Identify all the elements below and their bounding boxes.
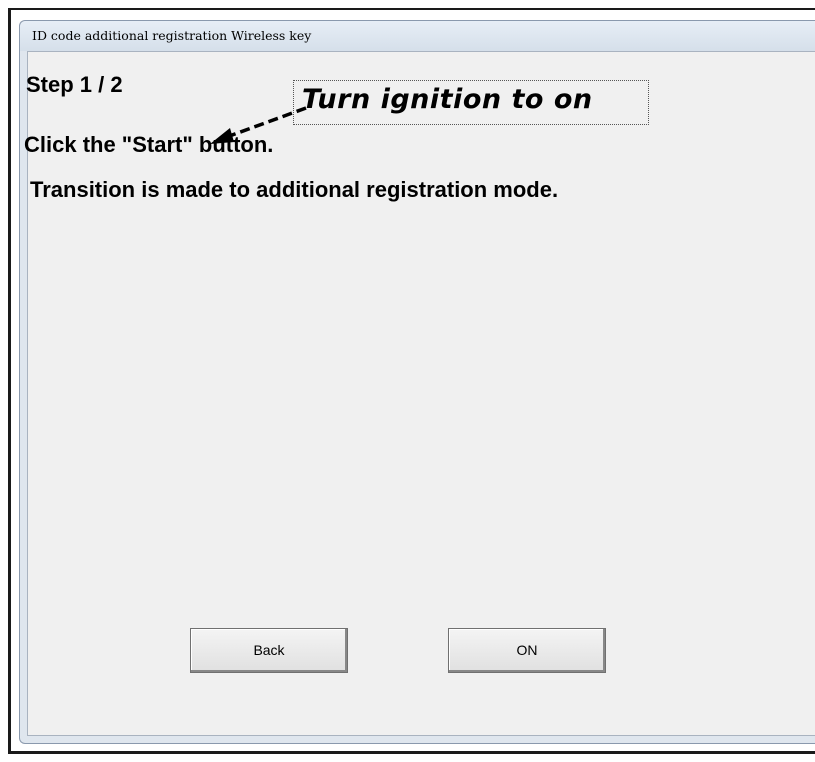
transition-note: Transition is made to additional registr… bbox=[30, 177, 559, 202]
step-indicator: Step 1 / 2 bbox=[26, 72, 123, 97]
title-bar[interactable]: ID code additional registration Wireless… bbox=[20, 21, 815, 51]
window-title: ID code additional registration Wireless… bbox=[32, 28, 312, 43]
annotation-text: Turn ignition to on bbox=[302, 84, 593, 115]
dialog-window: ID code additional registration Wireless… bbox=[19, 20, 815, 744]
annotation-callout: Turn ignition to on bbox=[293, 80, 649, 125]
on-button[interactable]: ON bbox=[448, 628, 606, 673]
back-button[interactable]: Back bbox=[190, 628, 348, 673]
instruction-text: Click the "Start" button. bbox=[24, 132, 274, 157]
